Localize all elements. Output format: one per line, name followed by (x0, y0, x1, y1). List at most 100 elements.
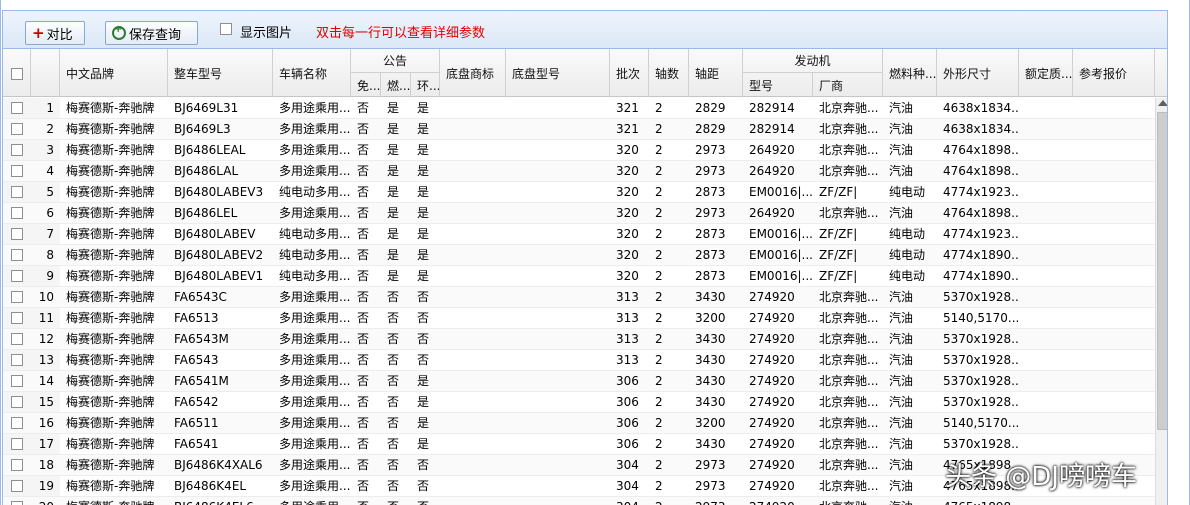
cell-notice-fuel: 是 (387, 185, 400, 199)
row-checkbox[interactable] (11, 396, 23, 408)
header-price[interactable]: 参考报价 (1073, 49, 1155, 97)
cell-engine-maker: 北京奔驰... (819, 332, 879, 346)
table-row[interactable]: 2 梅赛德斯-奔驰牌 BJ6469L3 多用途乘用... 否 是 是 321 2 2829 2829… (3, 119, 1155, 140)
header-engine-maker[interactable]: 厂商 (813, 73, 883, 97)
cell-name: 纯电动多用... (279, 185, 351, 199)
row-checkbox[interactable] (11, 186, 23, 198)
cell-axles: 2 (655, 248, 663, 262)
header-axles[interactable]: 轴数 (649, 49, 689, 97)
header-model[interactable]: 整车型号 (168, 49, 273, 97)
cell-fuel: 纯电动 (889, 185, 926, 199)
vertical-scrollbar[interactable] (1155, 98, 1167, 505)
cell-engine-model: 274920 (749, 353, 795, 367)
row-checkbox[interactable] (11, 417, 23, 429)
table-row[interactable]: 11 梅赛德斯-奔驰牌 FA6513 多用途乘用... 否 否 否 313 2 3200 27492… (3, 308, 1155, 329)
cell-brand: 梅赛德斯-奔驰牌 (66, 164, 155, 178)
cell-name: 多用途乘用... (279, 395, 351, 409)
row-checkbox[interactable] (11, 228, 23, 240)
table-row[interactable]: 14 梅赛德斯-奔驰牌 FA6541M 多用途乘用... 否 否 是 306 2 3430 2749… (3, 371, 1155, 392)
cell-wheelbase: 2873 (695, 227, 726, 241)
cell-axles: 2 (649, 497, 689, 505)
header-chassis-brand[interactable]: 底盘商标 (440, 49, 506, 97)
cell-wheelbase: 3430 (695, 332, 726, 346)
table-row[interactable]: 13 梅赛德斯-奔驰牌 FA6543 多用途乘用... 否 否 否 313 2 3430 27492… (3, 350, 1155, 371)
cell-brand: 梅赛德斯-奔驰牌 (66, 290, 155, 304)
table-row[interactable]: 9 梅赛德斯-奔驰牌 BJ6480LABEV1 纯电动多用... 否 是 是 320 2 2873… (3, 266, 1155, 287)
row-checkbox[interactable] (11, 270, 23, 282)
cell-engine-maker: 北京奔驰... (819, 458, 879, 472)
cell-model: BJ6486LAL (174, 164, 239, 178)
table-row[interactable]: 15 梅赛德斯-奔驰牌 FA6542 多用途乘用... 否 否 是 306 2 3430 27492… (3, 392, 1155, 413)
cell-batch: 306 (616, 395, 639, 409)
header-dimensions[interactable]: 外形尺寸 (937, 49, 1019, 97)
header-scroll-spacer (1155, 49, 1167, 97)
table-row[interactable]: 4 梅赛德斯-奔驰牌 BJ6486LAL 多用途乘用... 否 是 是 320 2 2973 264… (3, 161, 1155, 182)
table-row[interactable]: 5 梅赛德斯-奔驰牌 BJ6480LABEV3 纯电动多用... 否 是 是 320 2 2873… (3, 182, 1155, 203)
cell-fuel: 纯电动 (889, 248, 926, 262)
table-row[interactable]: 17 梅赛德斯-奔驰牌 FA6541 多用途乘用... 否 否 是 306 2 3430 27492… (3, 434, 1155, 455)
cell-axles: 2 (655, 227, 663, 241)
row-checkbox[interactable] (11, 375, 23, 387)
cell-batch: 313 (616, 311, 639, 325)
row-checkbox[interactable] (11, 291, 23, 303)
show-images-checkbox[interactable] (220, 23, 232, 35)
row-checkbox[interactable] (11, 501, 23, 505)
cell-dimensions: 4774x1923... (943, 185, 1019, 199)
header-brand[interactable]: 中文品牌 (60, 49, 168, 97)
select-all-checkbox[interactable] (11, 68, 23, 80)
row-checkbox[interactable] (11, 438, 23, 450)
table-row[interactable]: 1 梅赛德斯-奔驰牌 BJ6469L31 多用途乘用... 否 是 是 321 2 2829 282… (3, 98, 1155, 119)
header-chassis-model[interactable]: 底盘型号 (506, 49, 610, 97)
table-row[interactable]: 20梅赛德斯-奔驰牌BJ6486K4EL6多用途乘用...否否否30422973… (3, 497, 1155, 505)
cell-name: 纯电动多用... (279, 269, 351, 283)
cell-notice-exempt: 否 (351, 497, 381, 505)
row-checkbox[interactable] (11, 144, 23, 156)
header-name[interactable]: 车辆名称 (273, 49, 351, 97)
cell-brand: 梅赛德斯-奔驰牌 (66, 311, 155, 325)
scroll-up-arrow-icon[interactable] (1158, 100, 1167, 106)
cell-batch: 313 (616, 332, 639, 346)
row-checkbox[interactable] (11, 459, 23, 471)
cell-notice-exempt: 否 (357, 164, 370, 178)
table-row[interactable]: 8 梅赛德斯-奔驰牌 BJ6480LABEV2 纯电动多用... 否 是 是 320 2 2873… (3, 245, 1155, 266)
row-checkbox[interactable] (11, 102, 23, 114)
cell-notice-fuel: 是 (387, 143, 400, 157)
header-batch[interactable]: 批次 (610, 49, 649, 97)
cell-dimensions: 5140,5170... (943, 311, 1019, 325)
cell-notice-env: 是 (417, 416, 430, 430)
table-row[interactable]: 16 梅赛德斯-奔驰牌 FA6511 多用途乘用... 否 否 是 306 2 3200 27492… (3, 413, 1155, 434)
cell-notice-exempt: 否 (357, 269, 370, 283)
row-checkbox[interactable] (11, 312, 23, 324)
row-checkbox[interactable] (11, 354, 23, 366)
header-rated-mass[interactable]: 额定质... (1019, 49, 1073, 97)
cell-dimensions: 4638x1834... (943, 122, 1019, 136)
save-query-button[interactable]: 保存查询 (105, 21, 198, 45)
cell-brand: 梅赛德斯-奔驰牌 (66, 248, 155, 262)
cell-notice-env: 否 (417, 332, 430, 346)
header-notice-fuel[interactable]: 燃... (381, 73, 411, 97)
header-wheelbase[interactable]: 轴距 (689, 49, 743, 97)
cell-engine-model: 264920 (749, 206, 795, 220)
row-checkbox[interactable] (11, 249, 23, 261)
compare-button[interactable]: + 对比 (25, 21, 85, 45)
table-row[interactable]: 10 梅赛德斯-奔驰牌 FA6543C 多用途乘用... 否 否 否 313 2 3430 2749… (3, 287, 1155, 308)
row-checkbox[interactable] (11, 480, 23, 492)
scroll-thumb[interactable] (1157, 112, 1167, 430)
row-checkbox[interactable] (11, 207, 23, 219)
cell-name: 多用途乘用... (273, 497, 351, 505)
row-checkbox[interactable] (11, 165, 23, 177)
header-notice-exempt[interactable]: 免... (351, 73, 381, 97)
row-number: 1 (46, 101, 54, 115)
table-row[interactable]: 12 梅赛德斯-奔驰牌 FA6543M 多用途乘用... 否 否 否 313 2 3430 2749… (3, 329, 1155, 350)
row-checkbox[interactable] (11, 333, 23, 345)
row-checkbox[interactable] (11, 123, 23, 135)
table-row[interactable]: 6 梅赛德斯-奔驰牌 BJ6486LEL 多用途乘用... 否 是 是 320 2 2973 264… (3, 203, 1155, 224)
cell-dimensions: 4764x1898... (943, 143, 1019, 157)
cell-notice-exempt: 否 (357, 101, 370, 115)
header-fuel[interactable]: 燃料种... (883, 49, 937, 97)
header-notice-env[interactable]: 环... (411, 73, 440, 97)
cell-notice-env: 是 (417, 164, 430, 178)
table-row[interactable]: 7 梅赛德斯-奔驰牌 BJ6480LABEV 纯电动多用... 否 是 是 320 2 2873 E… (3, 224, 1155, 245)
table-row[interactable]: 3 梅赛德斯-奔驰牌 BJ6486LEAL 多用途乘用... 否 是 是 320 2 2973 26… (3, 140, 1155, 161)
header-engine-model[interactable]: 型号 (743, 73, 813, 97)
